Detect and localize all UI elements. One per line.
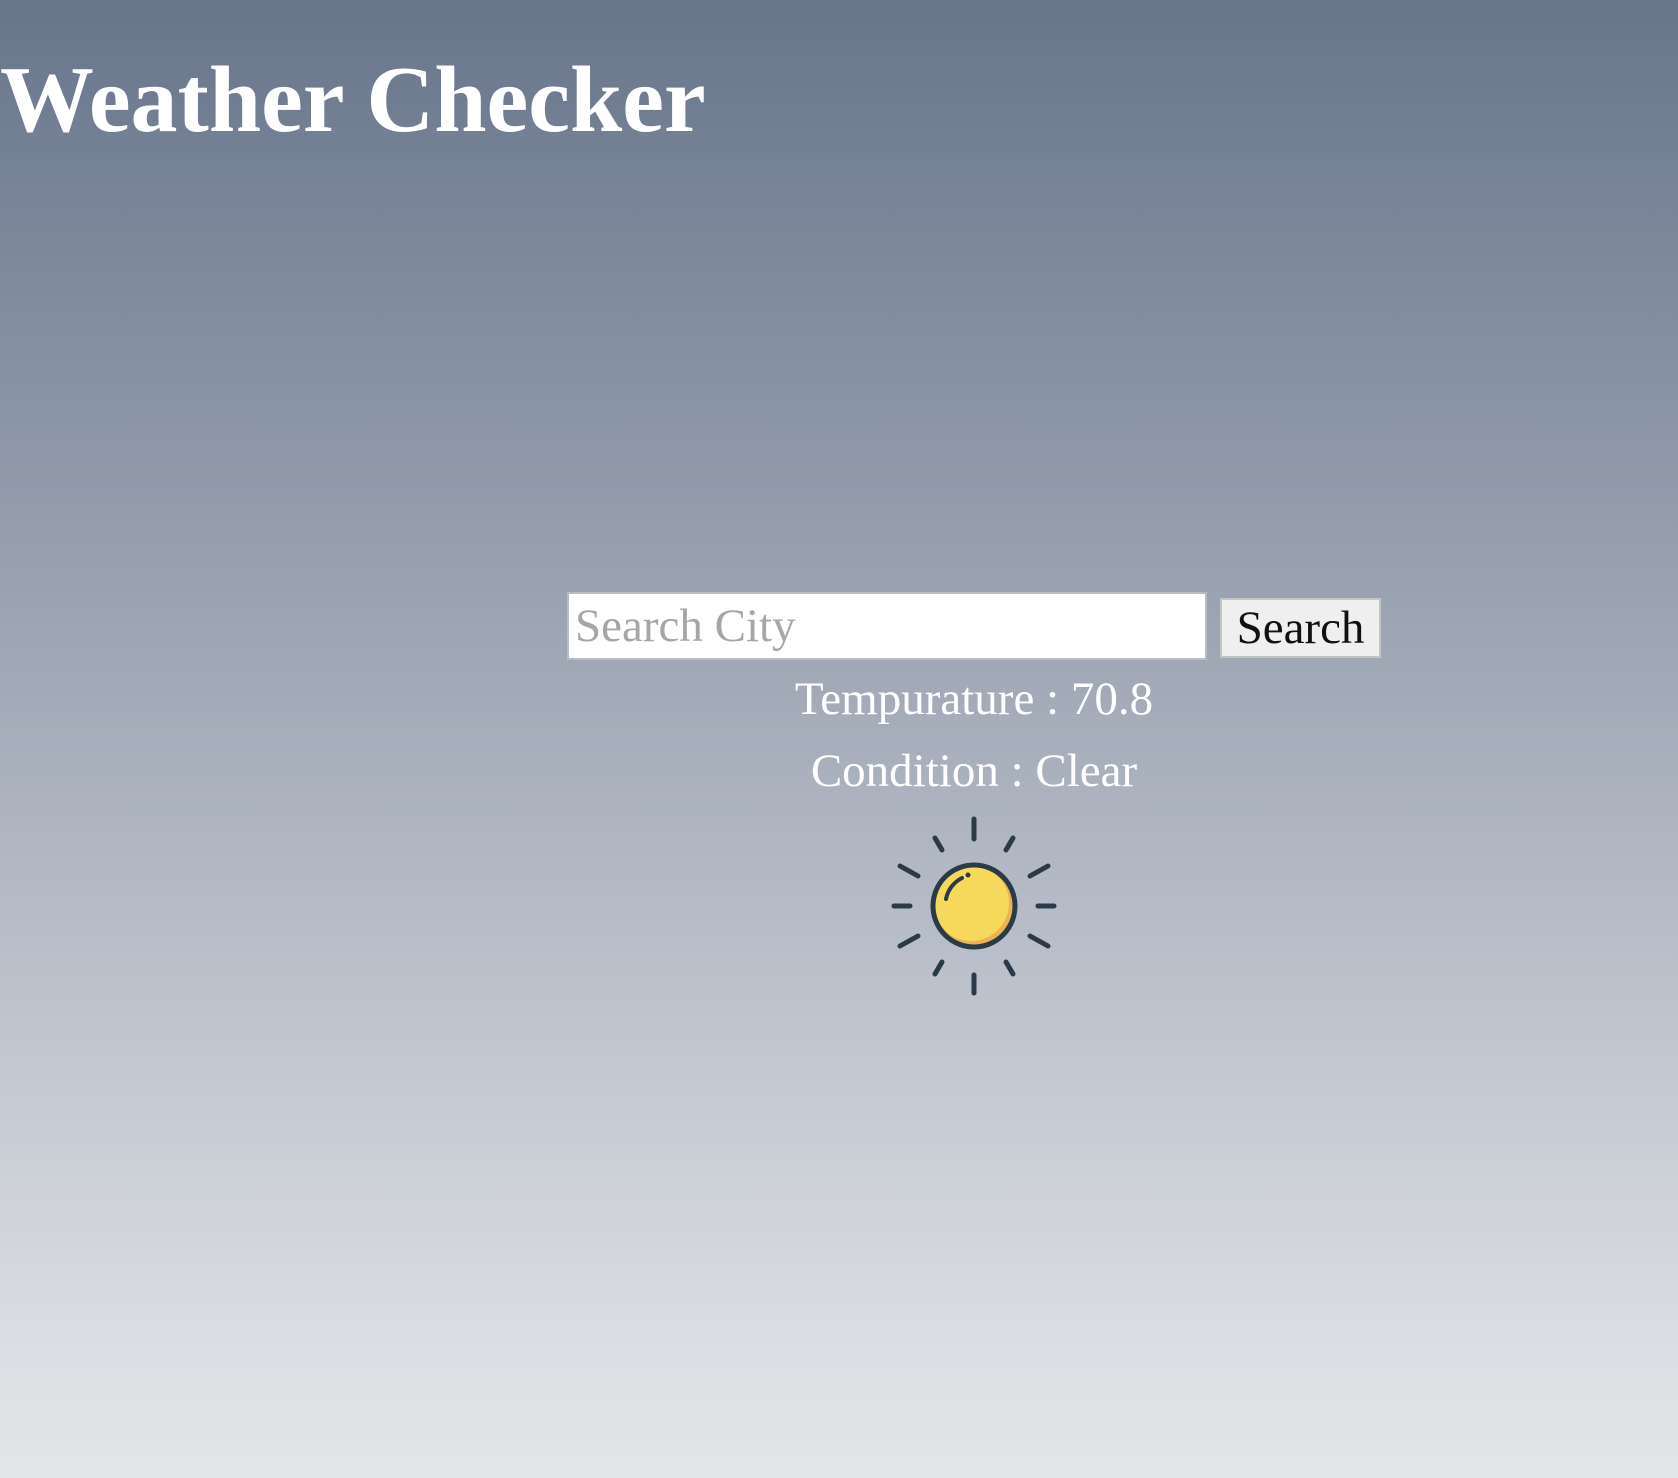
sun-highlight-dot <box>965 872 971 878</box>
page-title: Weather Checker <box>0 48 706 152</box>
search-input[interactable] <box>567 592 1207 660</box>
temperature-text: Tempurature : 70.8 <box>794 673 1154 725</box>
search-button[interactable]: Search <box>1220 598 1381 658</box>
sun-icon <box>891 816 1057 996</box>
condition-text: Condition : Clear <box>810 745 1138 797</box>
